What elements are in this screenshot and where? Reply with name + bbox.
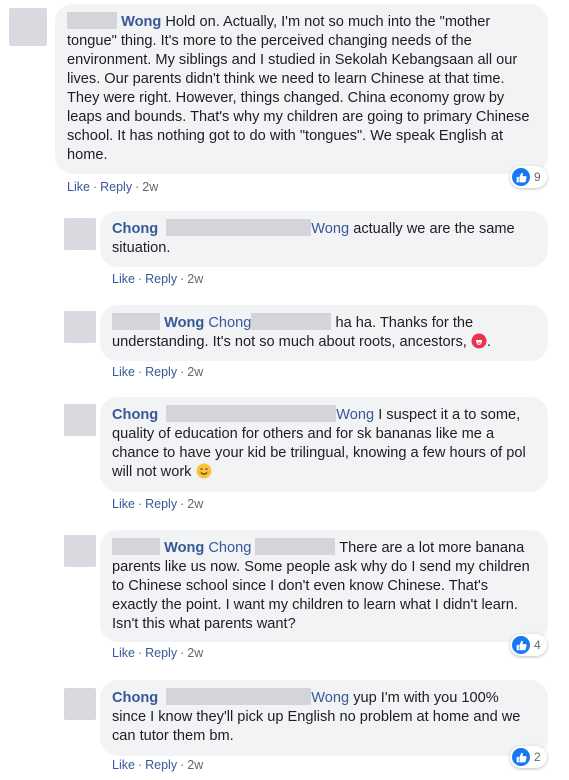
author-name[interactable]: Chong <box>112 407 158 423</box>
separator: · <box>137 365 143 379</box>
reply-link[interactable]: Reply <box>145 646 177 660</box>
timestamp[interactable]: 2w <box>187 497 203 511</box>
redacted-name <box>251 313 332 330</box>
avatar[interactable] <box>9 8 47 46</box>
smiling-emoji <box>196 463 212 485</box>
mention-tag[interactable]: Chong <box>208 315 251 331</box>
comment-text-end: . <box>486 334 491 350</box>
separator: · <box>180 646 185 660</box>
comment-actions: Like · Reply · 2w <box>112 365 203 379</box>
timestamp[interactable]: 2w <box>142 180 158 194</box>
separator: · <box>180 497 185 511</box>
like-link[interactable]: Like <box>112 365 135 379</box>
redacted-name <box>255 538 336 555</box>
like-icon <box>512 748 530 766</box>
reply-link[interactable]: Reply <box>145 365 177 379</box>
author-name[interactable]: Wong <box>121 14 161 30</box>
comment-bubble: Wong Chong There are a lot more banana p… <box>100 530 548 642</box>
redacted-name <box>166 688 312 705</box>
comment-bubble: Wong Hold on. Actually, I'm not so much … <box>55 4 548 174</box>
author-name[interactable]: Chong <box>112 221 158 237</box>
timestamp[interactable]: 2w <box>187 758 203 772</box>
timestamp[interactable]: 2w <box>187 365 203 379</box>
comment-bubble: Chong Wong actually we are the same situ… <box>100 211 548 267</box>
redacted-name <box>166 219 312 236</box>
reply-link[interactable]: Reply <box>145 272 177 286</box>
reply-link[interactable]: Reply <box>145 497 177 511</box>
reaction-count-badge[interactable]: 9 <box>510 166 547 188</box>
author-name[interactable]: Wong <box>164 540 204 556</box>
separator: · <box>180 758 185 772</box>
comment-actions: Like · Reply · 2w <box>112 758 203 772</box>
avatar[interactable] <box>64 535 96 567</box>
separator: · <box>92 180 98 194</box>
mention-tag[interactable]: Wong <box>311 690 349 706</box>
comment-actions: Like · Reply · 2w <box>67 180 158 194</box>
separator: · <box>135 180 140 194</box>
like-icon <box>512 636 530 654</box>
redacted-name <box>112 313 160 330</box>
mention-tag[interactable]: Wong <box>311 221 349 237</box>
comment-bubble: Chong Wong I suspect it a to some, quali… <box>100 397 548 492</box>
avatar[interactable] <box>64 404 96 436</box>
separator: · <box>137 758 143 772</box>
comment-actions: Like · Reply · 2w <box>112 646 203 660</box>
redacted-name <box>112 538 160 555</box>
timestamp[interactable]: 2w <box>187 646 203 660</box>
reply-link[interactable]: Reply <box>100 180 132 194</box>
like-icon <box>512 168 530 186</box>
reaction-count: 9 <box>534 170 541 184</box>
separator: · <box>137 497 143 511</box>
comment-actions: Like · Reply · 2w <box>112 497 203 511</box>
reaction-count: 4 <box>534 638 541 652</box>
reaction-count-badge[interactable]: 2 <box>510 746 547 768</box>
separator: · <box>137 646 143 660</box>
mention-tag[interactable]: Wong <box>336 407 374 423</box>
comment-actions: Like · Reply · 2w <box>112 272 203 286</box>
avatar[interactable] <box>64 688 96 720</box>
author-name[interactable]: Wong <box>164 315 204 331</box>
like-link[interactable]: Like <box>112 497 135 511</box>
avatar[interactable] <box>64 311 96 343</box>
like-link[interactable]: Like <box>67 180 90 194</box>
reaction-count: 2 <box>534 750 541 764</box>
reply-link[interactable]: Reply <box>145 758 177 772</box>
separator: · <box>137 272 143 286</box>
comment-text: Hold on. Actually, I'm not so much into … <box>67 14 530 163</box>
avatar[interactable] <box>64 218 96 250</box>
like-link[interactable]: Like <box>112 646 135 660</box>
separator: · <box>180 365 185 379</box>
author-name[interactable]: Chong <box>112 690 158 706</box>
tongue-out-emoji <box>471 333 487 355</box>
like-link[interactable]: Like <box>112 758 135 772</box>
comment-bubble: Chong Wong yup I'm with you 100% since I… <box>100 680 548 756</box>
redacted-name <box>166 405 337 422</box>
like-link[interactable]: Like <box>112 272 135 286</box>
timestamp[interactable]: 2w <box>187 272 203 286</box>
redacted-name <box>67 12 117 29</box>
comment-bubble: Wong Chong ha ha. Thanks for the underst… <box>100 305 548 361</box>
separator: · <box>180 272 185 286</box>
reaction-count-badge[interactable]: 4 <box>510 634 547 656</box>
mention-tag[interactable]: Chong <box>208 540 251 556</box>
